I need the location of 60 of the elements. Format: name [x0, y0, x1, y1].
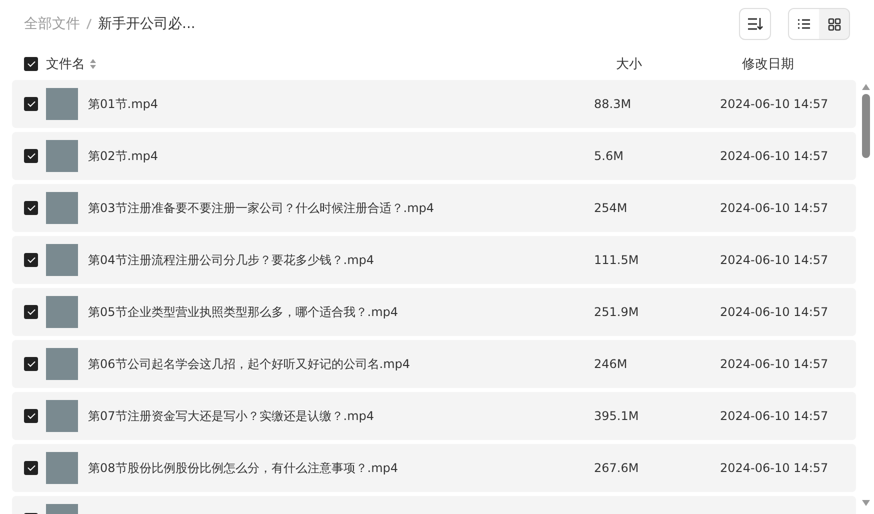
file-size: 395.1M [594, 409, 640, 423]
video-thumbnail-placeholder [46, 400, 78, 432]
video-thumbnail-placeholder [46, 88, 78, 120]
list-view-icon [797, 18, 811, 30]
modified-date: 2024-06-10 14:57 [720, 149, 830, 163]
file-row[interactable]: 第06节公司起名学会这几招，起个好听又好记的公司名.mp4 246M 2024-06-10 14:57 [12, 340, 856, 388]
file-size: 254M [594, 201, 628, 215]
select-all-checkbox[interactable] [24, 57, 38, 71]
file-size: 246M [594, 357, 628, 371]
file-size: 267.6M [594, 461, 640, 475]
file-checkbox[interactable] [24, 97, 38, 111]
file-checkbox[interactable] [24, 201, 38, 215]
date-column-header: 修改日期 [742, 56, 795, 73]
file-size: 5.6M [594, 149, 624, 163]
file-row[interactable]: 第07节注册资金写大还是写小？实缴还是认缴？.mp4 395.1M 2024-06-10 14:57 [12, 392, 856, 440]
file-size: 251.9M [594, 305, 640, 319]
file-row[interactable]: 第08节股份比例股份比例怎么分，有什么注意事项？.mp4 267.6M 2024-06-10 14:57 [12, 444, 856, 492]
list-view-button[interactable] [789, 9, 819, 39]
file-size: 88.3M [594, 97, 632, 111]
file-row[interactable]: 第03节注册准备要不要注册一家公司？什么时候注册合适？.mp4 254M 2024-06-10 14:57 [12, 184, 856, 232]
file-name[interactable]: 第06节公司起名学会这几招，起个好听又好记的公司名.mp4 [88, 356, 594, 372]
modified-date: 2024-06-10 14:57 [720, 357, 830, 371]
file-row[interactable]: 第02节.mp4 5.6M 2024-06-10 14:57 [12, 132, 856, 180]
video-thumbnail-placeholder [46, 452, 78, 484]
file-checkbox[interactable] [24, 253, 38, 267]
video-thumbnail-placeholder [46, 348, 78, 380]
file-row[interactable]: 第01节.mp4 88.3M 2024-06-10 14:57 [12, 80, 856, 128]
modified-date: 2024-06-10 14:57 [720, 201, 830, 215]
sort-button[interactable] [739, 8, 771, 40]
file-name[interactable]: 第02节.mp4 [88, 148, 594, 164]
file-row[interactable]: 第05节企业类型营业执照类型那么多，哪个适合我？.mp4 251.9M 2024-06-10 14:57 [12, 288, 856, 336]
file-name[interactable]: 第04节注册流程注册公司分几步？要花多少钱？.mp4 [88, 252, 594, 268]
sort-icon [747, 17, 763, 31]
size-column-header: 大小 [616, 56, 643, 73]
file-name[interactable]: 第01节.mp4 [88, 96, 594, 112]
modified-date: 2024-06-10 14:57 [720, 253, 830, 267]
modified-date: 2024-06-10 14:57 [720, 461, 830, 475]
name-column-header[interactable]: 文件名 [46, 55, 85, 73]
file-checkbox[interactable] [24, 409, 38, 423]
modified-date: 2024-06-10 14:57 [720, 97, 830, 111]
current-folder: 新手开公司必... [98, 15, 196, 33]
file-size: 111.5M [594, 253, 640, 267]
grid-view-icon [828, 18, 840, 30]
file-checkbox[interactable] [24, 357, 38, 371]
video-thumbnail-placeholder [46, 296, 78, 328]
file-checkbox[interactable] [24, 461, 38, 475]
video-thumbnail-placeholder [46, 192, 78, 224]
breadcrumb-separator [86, 18, 92, 30]
file-name[interactable]: 第03节注册准备要不要注册一家公司？什么时候注册合适？.mp4 [88, 200, 594, 216]
modified-date: 2024-06-10 14:57 [720, 305, 830, 319]
file-name[interactable]: 第05节企业类型营业执照类型那么多，哪个适合我？.mp4 [88, 304, 594, 320]
file-name[interactable]: 第08节股份比例股份比例怎么分，有什么注意事项？.mp4 [88, 460, 594, 476]
file-checkbox[interactable] [24, 305, 38, 319]
video-thumbnail-placeholder [46, 140, 78, 172]
sort-arrows-icon[interactable] [89, 58, 97, 70]
file-row[interactable]: 第04节注册流程注册公司分几步？要花多少钱？.mp4 111.5M 2024-06-10 14:57 [12, 236, 856, 284]
file-name[interactable]: 第07节注册资金写大还是写小？实缴还是认缴？.mp4 [88, 408, 594, 424]
video-thumbnail-placeholder [46, 244, 78, 276]
file-checkbox[interactable] [24, 149, 38, 163]
modified-date: 2024-06-10 14:57 [720, 409, 830, 423]
